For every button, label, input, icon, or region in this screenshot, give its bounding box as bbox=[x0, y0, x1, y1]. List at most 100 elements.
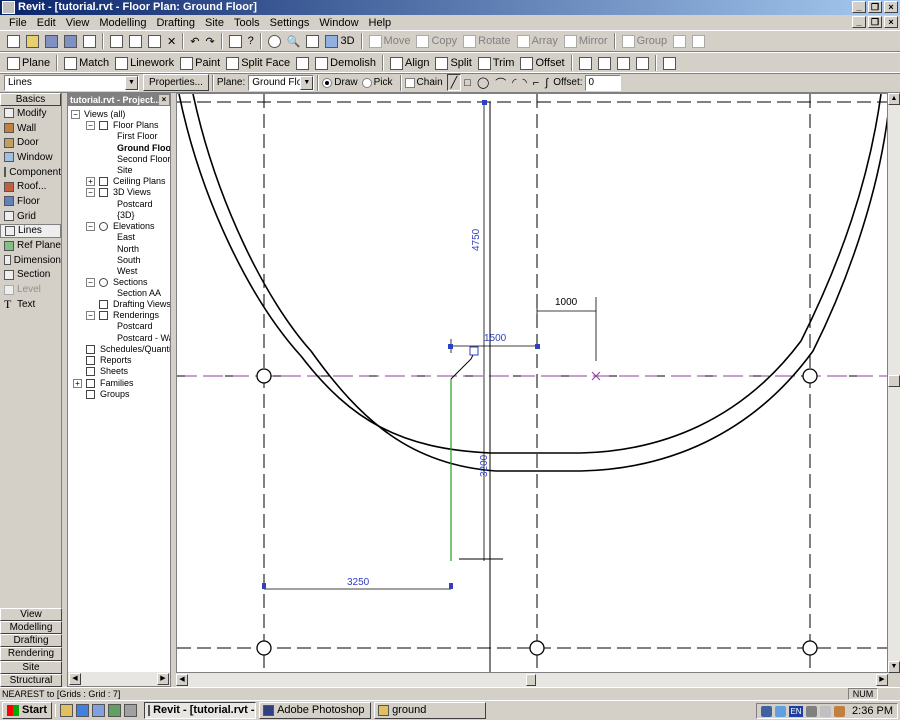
palette-roof[interactable]: Roof... bbox=[0, 179, 61, 194]
desktop-icon[interactable] bbox=[108, 704, 122, 717]
trim-button[interactable]: Trim bbox=[475, 56, 518, 71]
properties-button[interactable]: Properties... bbox=[143, 74, 209, 91]
tree-sheets[interactable]: Sheets bbox=[100, 366, 128, 377]
doc-close-button[interactable]: × bbox=[884, 16, 898, 28]
restore-button[interactable]: ❐ bbox=[868, 1, 882, 13]
modelling-tab[interactable]: Modelling bbox=[0, 621, 62, 635]
tree-sections[interactable]: Sections bbox=[113, 277, 148, 288]
pick-radio[interactable] bbox=[361, 77, 372, 88]
tree-section-aa[interactable]: Section AA bbox=[117, 288, 161, 299]
thin-lines-icon[interactable] bbox=[226, 34, 245, 49]
split-face-button[interactable]: Split Face bbox=[223, 56, 293, 71]
task-revit[interactable]: Revit - [tutorial.rvt -... bbox=[144, 702, 257, 719]
grip-handle[interactable] bbox=[448, 344, 453, 349]
minimize-button[interactable]: _ bbox=[852, 1, 866, 13]
palette-ref-plane[interactable]: Ref Plane bbox=[0, 238, 61, 253]
grip-handle[interactable] bbox=[262, 583, 266, 589]
language-indicator[interactable]: EN bbox=[789, 705, 804, 717]
grip-handle[interactable] bbox=[469, 346, 479, 356]
tree-ground-floor[interactable]: Ground Floor bbox=[117, 143, 170, 154]
collapse-icon[interactable]: − bbox=[86, 188, 95, 197]
plane-button[interactable]: Plane bbox=[4, 56, 53, 71]
palette-modify[interactable]: Modify bbox=[0, 106, 61, 121]
plane-selector[interactable]: Ground Floor ▼ bbox=[248, 74, 315, 91]
menu-help[interactable]: Help bbox=[364, 17, 397, 29]
arc-tangent-tool-icon[interactable]: ◝ bbox=[520, 75, 530, 90]
zoom-icon[interactable]: 🔍 bbox=[284, 34, 304, 49]
grid-bubble[interactable] bbox=[256, 368, 272, 384]
circle-tool-icon[interactable]: ◯ bbox=[474, 75, 492, 90]
arc-3pt-tool-icon[interactable]: ⌒ bbox=[492, 74, 509, 92]
dimension-1500[interactable]: 1500 bbox=[484, 333, 507, 344]
task-ground[interactable]: ground bbox=[374, 702, 487, 719]
rendering-tab[interactable]: Rendering bbox=[0, 647, 62, 661]
menu-tools[interactable]: Tools bbox=[229, 17, 265, 29]
palette-door[interactable]: Door bbox=[0, 135, 61, 150]
undo-icon[interactable]: ↶ bbox=[187, 34, 202, 49]
menu-modelling[interactable]: Modelling bbox=[94, 17, 151, 29]
split-button[interactable]: Split bbox=[432, 56, 474, 71]
tree-schedules[interactable]: Schedules/Quantities bbox=[100, 344, 170, 355]
tree-families[interactable]: Families bbox=[100, 378, 134, 389]
tree-3d-views[interactable]: 3D Views bbox=[113, 187, 151, 198]
clock[interactable]: 2:36 PM bbox=[852, 705, 893, 717]
options-icon[interactable] bbox=[660, 56, 679, 71]
demolish-button[interactable]: Demolish bbox=[312, 56, 379, 71]
doc-restore-button[interactable]: ❐ bbox=[868, 16, 882, 28]
tree-3d-default[interactable]: {3D} bbox=[117, 210, 135, 221]
tree-reports[interactable]: Reports bbox=[100, 355, 132, 366]
basics-tab[interactable]: Basics bbox=[0, 93, 61, 106]
tree-ceiling-plans[interactable]: Ceiling Plans bbox=[113, 176, 166, 187]
copy-button[interactable]: Copy bbox=[413, 34, 460, 49]
palette-text[interactable]: T Text bbox=[0, 297, 61, 312]
volume-icon[interactable] bbox=[806, 705, 818, 717]
arc-center-tool-icon[interactable]: ◜ bbox=[509, 75, 519, 90]
tree-north[interactable]: North bbox=[117, 244, 139, 255]
collapse-icon[interactable]: − bbox=[71, 110, 80, 119]
palette-window[interactable]: Window bbox=[0, 150, 61, 165]
menu-drafting[interactable]: Drafting bbox=[151, 17, 200, 29]
menu-window[interactable]: Window bbox=[314, 17, 363, 29]
group-button[interactable]: Group bbox=[619, 34, 671, 49]
palette-wall[interactable]: Wall bbox=[0, 121, 61, 136]
array-button[interactable]: Array bbox=[514, 34, 561, 49]
grid-bubble[interactable] bbox=[802, 368, 818, 384]
menu-file[interactable]: File bbox=[4, 17, 32, 29]
dimension-1000[interactable]: 1000 bbox=[555, 297, 578, 308]
grid-bubble[interactable] bbox=[256, 640, 272, 656]
drawing-area[interactable]: 4750 1500 1000 3200 3250 bbox=[176, 93, 888, 673]
start-button[interactable]: Start bbox=[2, 702, 53, 719]
tree-renderings[interactable]: Renderings bbox=[113, 310, 159, 321]
tree-postcard[interactable]: Postcard bbox=[117, 199, 153, 210]
palette-component[interactable]: Component bbox=[0, 165, 61, 180]
grip-handle[interactable] bbox=[449, 583, 453, 589]
rotate-button[interactable]: Rotate bbox=[460, 34, 513, 49]
task-photoshop[interactable]: Adobe Photoshop bbox=[259, 702, 372, 719]
collapse-icon[interactable]: − bbox=[86, 311, 95, 320]
palette-level[interactable]: Level bbox=[0, 282, 61, 297]
tree-postcard-render[interactable]: Postcard bbox=[117, 321, 153, 332]
canvas-vertical-scrollbar[interactable]: ▲ ▼ bbox=[888, 93, 900, 673]
canvas-horizontal-scrollbar[interactable]: ◀ ▶ bbox=[176, 673, 888, 687]
linework-button[interactable]: Linework bbox=[112, 56, 177, 71]
workplane-icon[interactable] bbox=[614, 56, 633, 71]
delete-icon[interactable]: ✕ bbox=[164, 34, 179, 49]
collapse-icon[interactable]: − bbox=[86, 121, 95, 130]
collapse-icon[interactable]: − bbox=[86, 222, 95, 231]
dimension-3200[interactable]: 3200 bbox=[479, 454, 490, 477]
drafting-tab[interactable]: Drafting bbox=[0, 634, 62, 648]
dynamic-view-icon[interactable] bbox=[303, 34, 322, 49]
outlook-icon[interactable] bbox=[92, 704, 106, 717]
tray-icon[interactable] bbox=[834, 705, 846, 717]
print-icon[interactable] bbox=[80, 34, 99, 49]
palette-lines[interactable]: Lines bbox=[0, 223, 61, 239]
tree-first-floor[interactable]: First Floor bbox=[117, 131, 158, 142]
structural-tab[interactable]: Structural bbox=[0, 673, 62, 687]
spline-tool-icon[interactable]: ∫ bbox=[542, 76, 551, 90]
grid-snap-icon[interactable] bbox=[595, 56, 614, 71]
tree-elevations[interactable]: Elevations bbox=[113, 221, 155, 232]
tree-groups[interactable]: Groups bbox=[100, 389, 130, 400]
scroll-left-icon[interactable]: ◀ bbox=[176, 674, 188, 686]
expand-icon[interactable]: + bbox=[86, 177, 95, 186]
palette-section[interactable]: Section bbox=[0, 268, 61, 283]
